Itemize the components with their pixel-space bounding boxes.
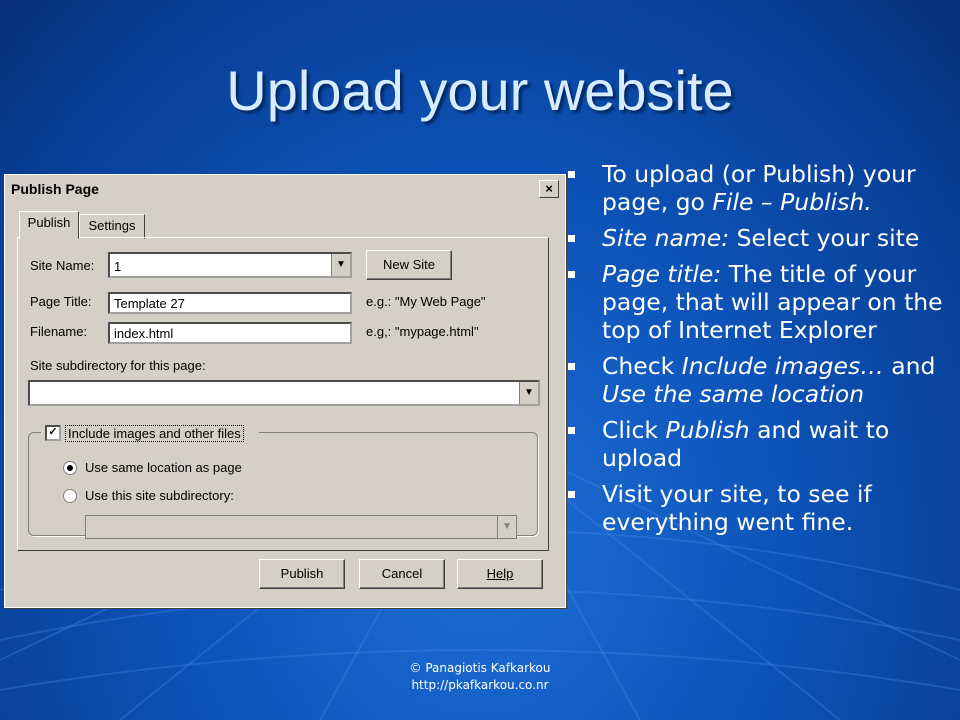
page-title-input[interactable]: Template 27 (108, 292, 352, 314)
include-images-row: ✓ Include images and other files (41, 423, 259, 443)
include-images-group: ✓ Include images and other files Use sam… (28, 423, 538, 539)
filename-input[interactable]: index.html (108, 322, 352, 344)
cancel-button[interactable]: Cancel (359, 559, 445, 589)
page-title-hint: e.g.: "My Web Page" (366, 294, 486, 309)
bullet-item: Check Include images… and Use the same l… (562, 352, 952, 408)
subdirectory-label: Site subdirectory for this page: (30, 358, 206, 373)
radio-same-location[interactable] (63, 461, 77, 475)
bullet-square-icon (568, 171, 575, 178)
footer: © Panagiotis Kafkarkou http://pkafkarkou… (380, 660, 580, 694)
bullet-item: To upload (or Publish) your page, go Fil… (562, 160, 952, 216)
bullet-item: Visit your site, to see if everything we… (562, 480, 952, 536)
bullet-text: and (883, 352, 936, 380)
bullet-text: Click (602, 416, 666, 444)
dialog-titlebar[interactable]: Publish Page × (7, 177, 563, 201)
page-title-label: Page Title: (30, 294, 92, 309)
slide-title: Upload your website (226, 59, 734, 122)
dialog-title: Publish Page (11, 181, 99, 197)
bullet-square-icon (568, 235, 575, 242)
site-name-label: Site Name: (30, 258, 95, 273)
bullet-text: Include images… (681, 352, 884, 380)
site-name-value: 1 (114, 259, 122, 274)
subdirectory-select[interactable]: ▼ (28, 380, 540, 406)
bullet-text: Publish (665, 416, 750, 444)
footer-copyright: © Panagiotis Kafkarkou (409, 661, 551, 675)
radio-same-location-label: Use same location as page (85, 460, 242, 475)
site-name-select[interactable]: 1 ▼ (108, 252, 352, 278)
bullet-text: Site name: (602, 224, 730, 252)
bullet-square-icon (568, 427, 575, 434)
bullet-item: Site name: Select your site (562, 224, 952, 252)
chevron-down-icon[interactable]: ▼ (519, 382, 538, 404)
bullet-text: File – Publish. (712, 188, 872, 216)
bullet-text: Visit your site, to see if everything we… (602, 480, 872, 536)
tab-publish[interactable]: Publish (19, 211, 79, 239)
site-subdirectory-select: ▼ (85, 515, 517, 539)
include-images-label: Include images and other files (65, 425, 244, 442)
publish-tab-panel: Site Name: 1 ▼ New Site Page Title: Temp… (17, 237, 549, 551)
close-button[interactable]: × (539, 180, 559, 198)
bullet-square-icon (568, 491, 575, 498)
bullet-item: Page title: The title of your page, that… (562, 260, 952, 344)
new-site-button[interactable]: New Site (366, 250, 452, 280)
help-button[interactable]: Help (457, 559, 543, 589)
bullet-text: Page title: (602, 260, 722, 288)
bullet-square-icon (568, 363, 575, 370)
filename-label: Filename: (30, 324, 88, 339)
bullet-text: Select your site (729, 224, 920, 252)
instruction-bullets: To upload (or Publish) your page, go Fil… (562, 160, 952, 544)
bullet-item: Click Publish and wait to upload (562, 416, 952, 472)
publish-page-dialog: Publish Page × Publish Settings Site Nam… (4, 174, 566, 608)
chevron-down-icon: ▼ (497, 516, 516, 538)
chevron-down-icon[interactable]: ▼ (331, 254, 350, 276)
bullet-text: Check (602, 352, 682, 380)
radio-selected-dot (67, 465, 73, 471)
include-images-checkbox[interactable]: ✓ (45, 425, 61, 441)
footer-url: http://pkafkarkou.co.nr (411, 678, 549, 692)
radio-subdirectory[interactable] (63, 489, 77, 503)
filename-hint: e.g,: "mypage.html" (366, 324, 479, 339)
radio-subdirectory-label: Use this site subdirectory: (85, 488, 234, 503)
bullet-text: Use the same location (602, 380, 865, 408)
tab-settings[interactable]: Settings (79, 214, 145, 239)
publish-button[interactable]: Publish (259, 559, 345, 589)
bullet-square-icon (568, 271, 575, 278)
